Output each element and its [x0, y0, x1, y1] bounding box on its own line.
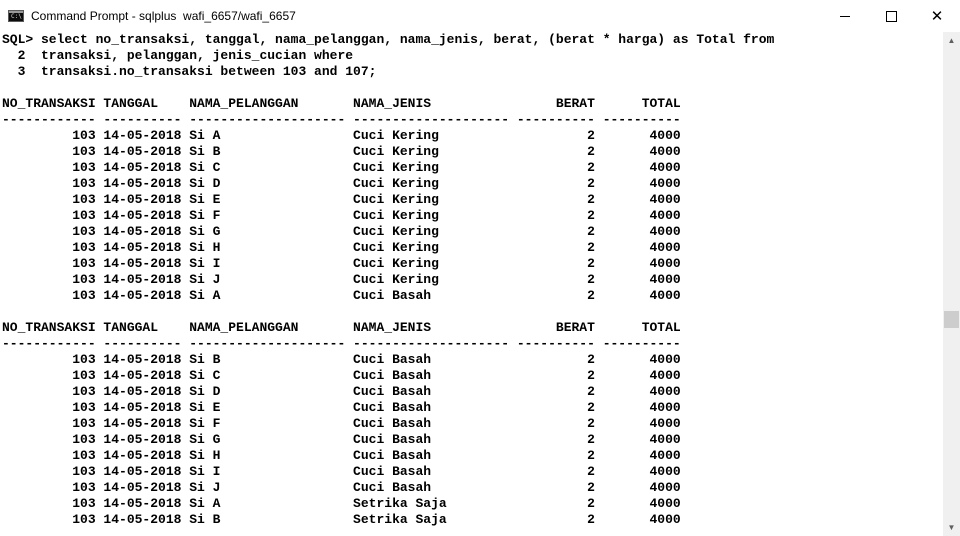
console-line: 103 14-05-2018 Si F Cuci Kering 2 4000 — [2, 208, 681, 223]
console-line: 103 14-05-2018 Si G Cuci Basah 2 4000 — [2, 432, 681, 447]
console-line: 103 14-05-2018 Si A Cuci Kering 2 4000 — [2, 128, 681, 143]
console-line: ------------ ---------- ----------------… — [2, 112, 681, 127]
minimize-button[interactable] — [822, 0, 868, 32]
console-line: 103 14-05-2018 Si E Cuci Basah 2 4000 — [2, 400, 681, 415]
console-line: 103 14-05-2018 Si F Cuci Basah 2 4000 — [2, 416, 681, 431]
close-icon: ✕ — [930, 6, 944, 25]
console-line: 103 14-05-2018 Si J Cuci Basah 2 4000 — [2, 480, 681, 495]
console-line: 103 14-05-2018 Si C Cuci Kering 2 4000 — [2, 160, 681, 175]
console-line: 103 14-05-2018 Si H Cuci Kering 2 4000 — [2, 240, 681, 255]
console-line: 103 14-05-2018 Si I Cuci Kering 2 4000 — [2, 256, 681, 271]
console-line: 103 14-05-2018 Si A Setrika Saja 2 4000 — [2, 496, 681, 511]
console-line: 103 14-05-2018 Si B Cuci Basah 2 4000 — [2, 352, 681, 367]
console-line: 103 14-05-2018 Si D Cuci Basah 2 4000 — [2, 384, 681, 399]
console-line: 103 14-05-2018 Si B Setrika Saja 2 4000 — [2, 512, 681, 527]
console-line: 103 14-05-2018 Si C Cuci Basah 2 4000 — [2, 368, 681, 383]
maximize-button[interactable] — [868, 0, 914, 32]
close-button[interactable]: ✕ — [914, 0, 960, 32]
console-line: NO_TRANSAKSI TANGGAL NAMA_PELANGGAN NAMA… — [2, 96, 681, 111]
scroll-thumb[interactable] — [944, 311, 959, 328]
console-line: 103 14-05-2018 Si A Cuci Basah 2 4000 — [2, 288, 681, 303]
maximize-icon — [885, 10, 897, 22]
title-bar[interactable]: C:\ Command Prompt - sqlplus wafi_6657/w… — [0, 0, 960, 32]
console-line: 3 transaksi.no_transaksi between 103 and… — [2, 64, 377, 79]
console-line: 103 14-05-2018 Si D Cuci Kering 2 4000 — [2, 176, 681, 191]
console-line: 103 14-05-2018 Si E Cuci Kering 2 4000 — [2, 192, 681, 207]
console-line: 103 14-05-2018 Si I Cuci Basah 2 4000 — [2, 464, 681, 479]
console-line: ------------ ---------- ----------------… — [2, 336, 681, 351]
console-line: SQL> select no_transaksi, tanggal, nama_… — [2, 32, 775, 47]
console-line: 2 transaksi, pelanggan, jenis_cucian whe… — [2, 48, 354, 63]
console-line: 103 14-05-2018 Si J Cuci Kering 2 4000 — [2, 272, 681, 287]
console-text: SQL> select no_transaksi, tanggal, nama_… — [0, 32, 943, 528]
scroll-down-icon[interactable]: ▼ — [943, 519, 960, 536]
scroll-up-icon[interactable]: ▲ — [943, 32, 960, 49]
command-prompt-icon[interactable]: C:\ — [8, 10, 24, 22]
window-title: Command Prompt - sqlplus wafi_6657/wafi_… — [31, 9, 296, 23]
console-line: 103 14-05-2018 Si B Cuci Kering 2 4000 — [2, 144, 681, 159]
console-line: 103 14-05-2018 Si G Cuci Kering 2 4000 — [2, 224, 681, 239]
console-line: NO_TRANSAKSI TANGGAL NAMA_PELANGGAN NAMA… — [2, 320, 681, 335]
minimize-icon — [840, 15, 850, 17]
console-output[interactable]: SQL> select no_transaksi, tanggal, nama_… — [0, 32, 943, 536]
command-prompt-window: C:\ Command Prompt - sqlplus wafi_6657/w… — [0, 0, 960, 536]
vertical-scrollbar[interactable]: ▲ ▼ — [943, 32, 960, 536]
console-line: 103 14-05-2018 Si H Cuci Basah 2 4000 — [2, 448, 681, 463]
